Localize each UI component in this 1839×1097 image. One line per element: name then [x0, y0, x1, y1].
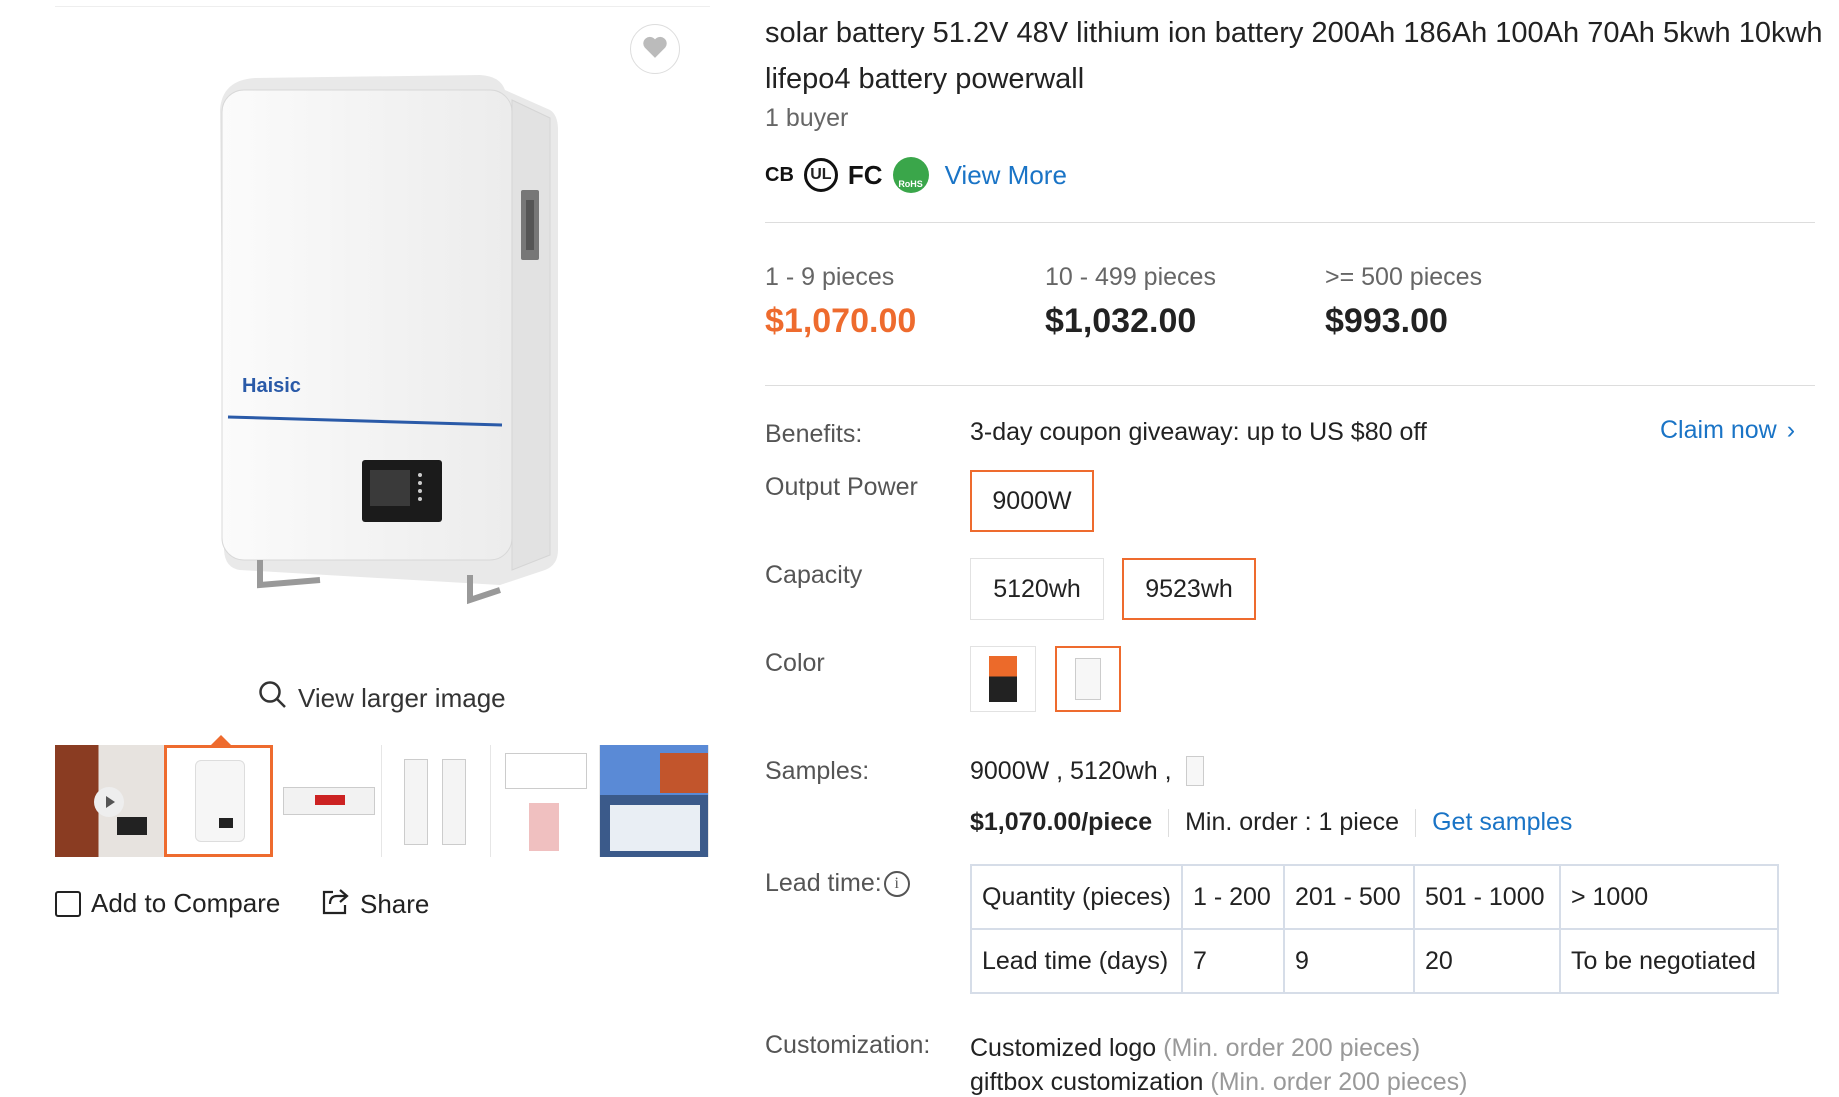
samples-selection: 9000W , 5120wh , — [970, 756, 1204, 786]
option-9000w[interactable]: 9000W — [970, 470, 1094, 532]
share-icon — [320, 886, 350, 923]
color-swatch-orange[interactable] — [970, 646, 1036, 712]
table-cell: Quantity (pieces) — [970, 864, 1183, 930]
separator — [1168, 808, 1170, 837]
customization-name: giftbox customization — [970, 1068, 1204, 1096]
samples-label: Samples: — [765, 757, 870, 785]
tier-quantity: 10 - 499 pieces — [1045, 263, 1216, 291]
orange-battery-icon — [989, 656, 1017, 702]
add-to-compare[interactable]: Add to Compare — [55, 888, 280, 919]
customization-label: Customization: — [765, 1031, 931, 1059]
share-button[interactable]: Share — [320, 886, 429, 923]
tier-price: $993.00 — [1325, 302, 1448, 340]
option-5120wh[interactable]: 5120wh — [970, 558, 1104, 620]
white-battery-icon — [1075, 658, 1101, 700]
tier-quantity: >= 500 pieces — [1325, 263, 1483, 291]
view-larger-image-link[interactable]: View larger image — [258, 680, 506, 717]
tier-price: $1,070.00 — [765, 302, 917, 340]
separator — [1415, 808, 1417, 837]
customization-name: Customized logo — [970, 1034, 1157, 1062]
table-cell: 1 - 200 — [1180, 864, 1285, 930]
sample-thumbnail-icon — [1185, 756, 1204, 786]
sample-price: $1,070.00/piece — [970, 808, 1153, 836]
view-more-link[interactable]: View More — [945, 160, 1067, 191]
output-power-label: Output Power — [765, 473, 918, 501]
table-cell: 7 — [1180, 928, 1285, 994]
table-cell: > 1000 — [1558, 864, 1779, 930]
thumbnail-install[interactable] — [600, 745, 709, 857]
fc-cert-icon: FC — [847, 159, 883, 190]
customization-item: giftbox customization (Min. order 200 pi… — [970, 1068, 1467, 1097]
table-cell: 20 — [1412, 928, 1561, 994]
color-swatch-white[interactable] — [1055, 646, 1121, 712]
price-tier-3: >= 500 pieces $993.00 — [1325, 263, 1482, 341]
samples-selection-text: 9000W , 5120wh , — [970, 756, 1172, 785]
view-larger-label: View larger image — [298, 683, 506, 713]
table-row: Quantity (pieces) 1 - 200 201 - 500 501 … — [970, 864, 1779, 930]
table-cell: Lead time (days) — [970, 928, 1183, 994]
main-product-image[interactable]: Haisic — [200, 70, 570, 610]
sample-min-order: Min. order : 1 piece — [1185, 808, 1400, 836]
price-tier-2: 10 - 499 pieces $1,032.00 — [1045, 263, 1216, 341]
tier-quantity: 1 - 9 pieces — [765, 263, 895, 291]
gallery-top-divider — [55, 6, 710, 7]
chevron-right-icon: › — [1786, 416, 1796, 444]
lead-time-label-row: Lead time: i — [765, 869, 910, 898]
thumbnail-side[interactable] — [382, 745, 491, 857]
divider-1 — [765, 222, 1815, 223]
ul-cert-icon: UL — [803, 158, 838, 192]
thumbnail-front[interactable] — [164, 745, 273, 857]
buyer-count: 1 buyer — [765, 104, 849, 132]
lead-time-table: Quantity (pieces) 1 - 200 201 - 500 501 … — [970, 864, 1779, 994]
divider-2 — [765, 385, 1815, 386]
table-cell: 201 - 500 — [1282, 864, 1415, 930]
table-cell: To be negotiated — [1558, 928, 1779, 994]
info-icon[interactable]: i — [883, 870, 910, 897]
table-cell: 501 - 1000 — [1412, 864, 1561, 930]
capacity-label: Capacity — [765, 561, 863, 589]
color-label: Color — [765, 649, 825, 677]
cb-cert-icon: CB — [765, 163, 794, 186]
tier-price: $1,032.00 — [1045, 302, 1197, 340]
share-label: Share — [360, 889, 430, 919]
get-samples-link[interactable]: Get samples — [1432, 808, 1572, 837]
thumbnail-strip — [55, 745, 710, 857]
customization-note: (Min. order 200 pieces) — [1210, 1068, 1468, 1096]
option-9523wh[interactable]: 9523wh — [1122, 558, 1256, 620]
table-cell: 9 — [1282, 928, 1415, 994]
product-brand-label: Haisic — [242, 375, 301, 397]
customization-item: Customized logo (Min. order 200 pieces) — [970, 1034, 1420, 1063]
play-icon — [94, 787, 124, 817]
rohs-cert-icon: RoHS — [892, 157, 929, 193]
claim-now-link[interactable]: Claim now › — [1660, 416, 1795, 445]
heart-icon — [642, 35, 668, 64]
customization-note: (Min. order 200 pieces) — [1163, 1034, 1421, 1062]
samples-pricing-row: $1,070.00/piece Min. order : 1 piece Get… — [970, 808, 1572, 837]
add-to-compare-label: Add to Compare — [91, 888, 281, 918]
benefits-text: 3-day coupon giveaway: up to US $80 off — [970, 418, 1427, 446]
thumbnail-diagram[interactable] — [491, 745, 600, 857]
certifications-row: CB UL FC RoHS View More — [765, 157, 1067, 193]
price-tier-1: 1 - 9 pieces $1,070.00 — [765, 263, 916, 341]
lead-time-label: Lead time: — [765, 869, 882, 897]
benefits-label: Benefits: — [765, 420, 863, 448]
claim-now-label: Claim now — [1660, 416, 1777, 444]
thumbnail-rack[interactable] — [273, 745, 382, 857]
compare-checkbox[interactable] — [55, 890, 81, 917]
product-title: solar battery 51.2V 48V lithium ion batt… — [765, 17, 1823, 95]
favorite-button[interactable] — [630, 24, 680, 74]
table-row: Lead time (days) 7 9 20 To be negotiated — [970, 928, 1779, 994]
thumbnail-video[interactable] — [55, 745, 164, 857]
magnifier-icon — [258, 680, 288, 717]
